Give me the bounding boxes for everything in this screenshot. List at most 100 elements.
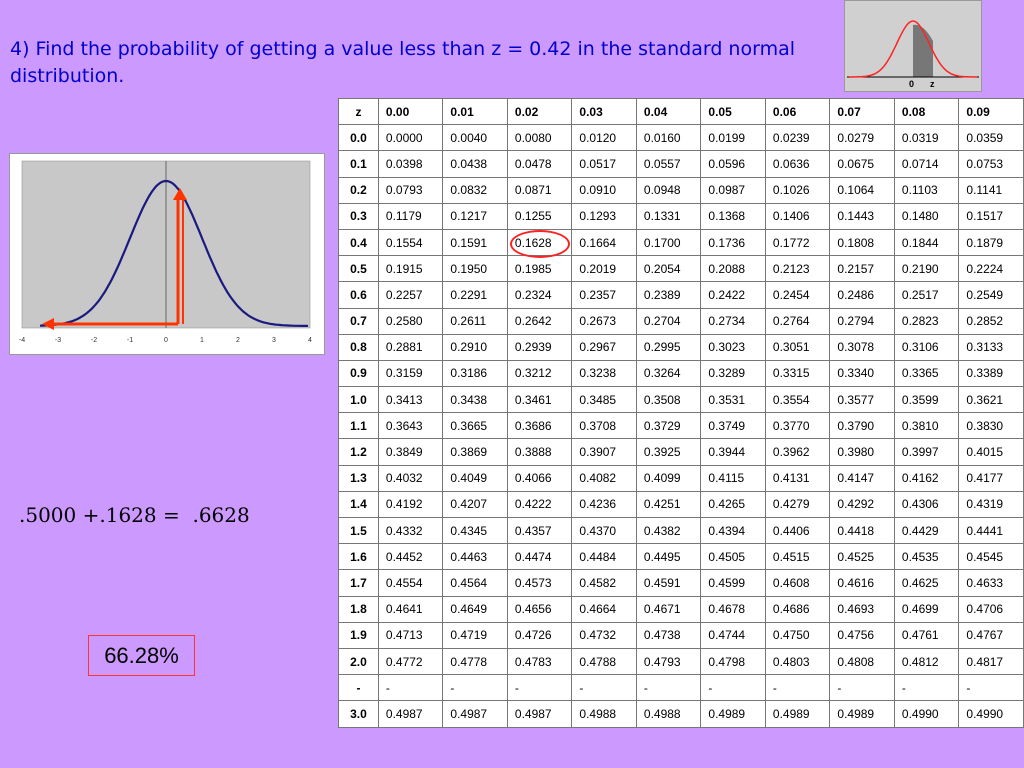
column-header: 0.00 <box>377 97 444 126</box>
table-cell: 0.2054 <box>635 255 702 283</box>
x-tick-label: -2 <box>91 337 97 344</box>
table-cell: 0.1591 <box>442 228 508 257</box>
table-cell: 0.3944 <box>700 438 766 466</box>
table-cell: 0.2357 <box>571 281 637 309</box>
z-row-label: 1.7 <box>338 569 379 597</box>
table-row: 0.1 0.0398 0.0438 0.0478 0.0517 0.0557 0.0596 0… <box>338 150 1024 178</box>
table-cell: 0.4192 <box>377 490 444 519</box>
table-cell: 0.4803 <box>764 647 831 676</box>
table-cell: 0.4222 <box>506 490 573 519</box>
x-tick-label: 4 <box>308 337 312 344</box>
table-row: 1.3 0.4032 0.4049 0.4066 0.4082 0.4099 0.4115 0… <box>338 464 1024 492</box>
column-header: 0.09 <box>958 97 1024 126</box>
table-cell: 0.4177 <box>958 464 1024 492</box>
table-cell: 0.2123 <box>764 255 831 283</box>
normal-curve-thumbnail: 0 z <box>844 0 982 92</box>
table-cell: 0.2324 <box>506 281 573 309</box>
highlighted-cell: 0.1628 <box>506 228 573 259</box>
table-cell: 0.4808 <box>829 647 895 676</box>
table-cell: 0.4418 <box>829 516 895 545</box>
table-cell: 0.2704 <box>635 307 702 335</box>
thumbnail-svg: 0 z <box>845 1 981 91</box>
table-cell: 0.4332 <box>377 516 444 545</box>
z-row-label: 1.6 <box>338 543 379 571</box>
table-cell: 0.4778 <box>442 647 508 676</box>
x-tick-label: -1 <box>127 337 133 344</box>
table-cell: 0.4131 <box>764 464 831 492</box>
table-cell: 0.4744 <box>700 621 766 649</box>
table-row: 1.5 0.4332 0.4345 0.4357 0.4370 0.4382 0.4394 0… <box>338 516 1024 545</box>
table-cell: 0.4452 <box>377 543 444 571</box>
table-cell: 0.0987 <box>700 176 766 204</box>
table-cell: 0.3577 <box>829 386 895 414</box>
table-cell: 0.1026 <box>764 176 831 204</box>
z-row-label: 0.1 <box>338 150 379 178</box>
table-cell: 0.1141 <box>958 176 1024 204</box>
table-cell: 0.2580 <box>377 307 444 335</box>
table-cell: 0.0319 <box>893 124 960 152</box>
x-tick-label: -3 <box>55 337 61 344</box>
column-header: 0.07 <box>829 97 895 126</box>
problem-title: 4) Find the probability of getting a val… <box>10 38 795 87</box>
table-cell: 0.2088 <box>700 255 766 283</box>
table-cell: 0.1406 <box>764 202 831 230</box>
table-cell: 0.3078 <box>829 333 895 361</box>
table-cell: 0.2939 <box>506 333 573 361</box>
table-row: 0.3 0.1179 0.1217 0.1255 0.1293 0.1331 0.1368 0… <box>338 202 1024 230</box>
table-cell: 0.1443 <box>829 202 895 230</box>
z-row-label: 0.6 <box>338 281 379 309</box>
table-cell: 0.4394 <box>700 516 766 545</box>
table-cell: 0.1368 <box>700 202 766 230</box>
x-tick-label: 1 <box>200 337 204 344</box>
table-cell: - <box>377 674 444 702</box>
table-cell: 0.1950 <box>442 255 508 283</box>
column-header: 0.01 <box>442 97 508 126</box>
table-cell: - <box>571 674 637 702</box>
table-cell: 0.3849 <box>377 438 444 466</box>
table-cell: 0.3554 <box>764 386 831 414</box>
table-cell: 0.4236 <box>571 490 637 519</box>
table-cell: 0.0199 <box>700 124 766 152</box>
calculation-equation: .5000 +.1628 = .6628 <box>19 503 250 527</box>
table-cell: 0.0753 <box>958 150 1024 178</box>
table-cell: 0.3531 <box>700 386 766 414</box>
table-cell: 0.4441 <box>958 516 1024 545</box>
z-row-label: 0.8 <box>338 333 379 361</box>
table-cell: 0.2190 <box>893 255 960 283</box>
table-cell: 0.4788 <box>571 647 637 676</box>
z-row-label: 1.4 <box>338 490 379 519</box>
table-cell: 0.3830 <box>958 412 1024 440</box>
table-cell: 0.3925 <box>635 438 702 466</box>
table-row: 1.8 0.4641 0.4649 0.4656 0.4664 0.4671 0.4678 0… <box>338 595 1024 623</box>
table-cell: 0.3485 <box>571 386 637 414</box>
table-cell: 0.4756 <box>829 621 895 649</box>
table-cell: 0.3159 <box>377 359 444 388</box>
table-cell: 0.4783 <box>506 647 573 676</box>
table-cell: 0.3340 <box>829 359 895 388</box>
table-cell: 0.3708 <box>571 412 637 440</box>
table-cell: 0.1736 <box>700 228 766 257</box>
table-cell: 0.4591 <box>635 569 702 597</box>
z-row-label: 0.0 <box>338 124 379 152</box>
table-row: 0.8 0.2881 0.2910 0.2939 0.2967 0.2995 0.3023 0… <box>338 333 1024 361</box>
table-cell: 0.3907 <box>571 438 637 466</box>
z-table: z 0.00 0.01 0.02 0.03 0.04 0.05 0.06 0.07 0.08 0.0… <box>338 97 1024 728</box>
table-cell: 0.4545 <box>958 543 1024 571</box>
table-cell: - <box>700 674 766 702</box>
table-cell: 0.2224 <box>958 255 1024 283</box>
table-cell: 0.3389 <box>958 359 1024 388</box>
table-cell: 0.4616 <box>829 569 895 597</box>
table-cell: - <box>442 674 508 702</box>
table-cell: 0.4989 <box>700 700 766 728</box>
table-cell: 0.4147 <box>829 464 895 492</box>
table-cell: 0.4989 <box>764 700 831 728</box>
table-row: 1.4 0.4192 0.4207 0.4222 0.4236 0.4251 0.4265 0… <box>338 490 1024 519</box>
table-row: 0.0 0.0000 0.0040 0.0080 0.0120 0.0160 0.0199 0… <box>338 124 1024 152</box>
z-row-label: 0.4 <box>338 228 379 257</box>
table-cell: 0.0040 <box>442 124 508 152</box>
table-cell: 0.3289 <box>700 359 766 388</box>
table-cell: 0.3810 <box>893 412 960 440</box>
table-cell: 0.0160 <box>635 124 702 152</box>
table-cell: - <box>958 674 1024 702</box>
z-row-label: 1.2 <box>338 438 379 466</box>
